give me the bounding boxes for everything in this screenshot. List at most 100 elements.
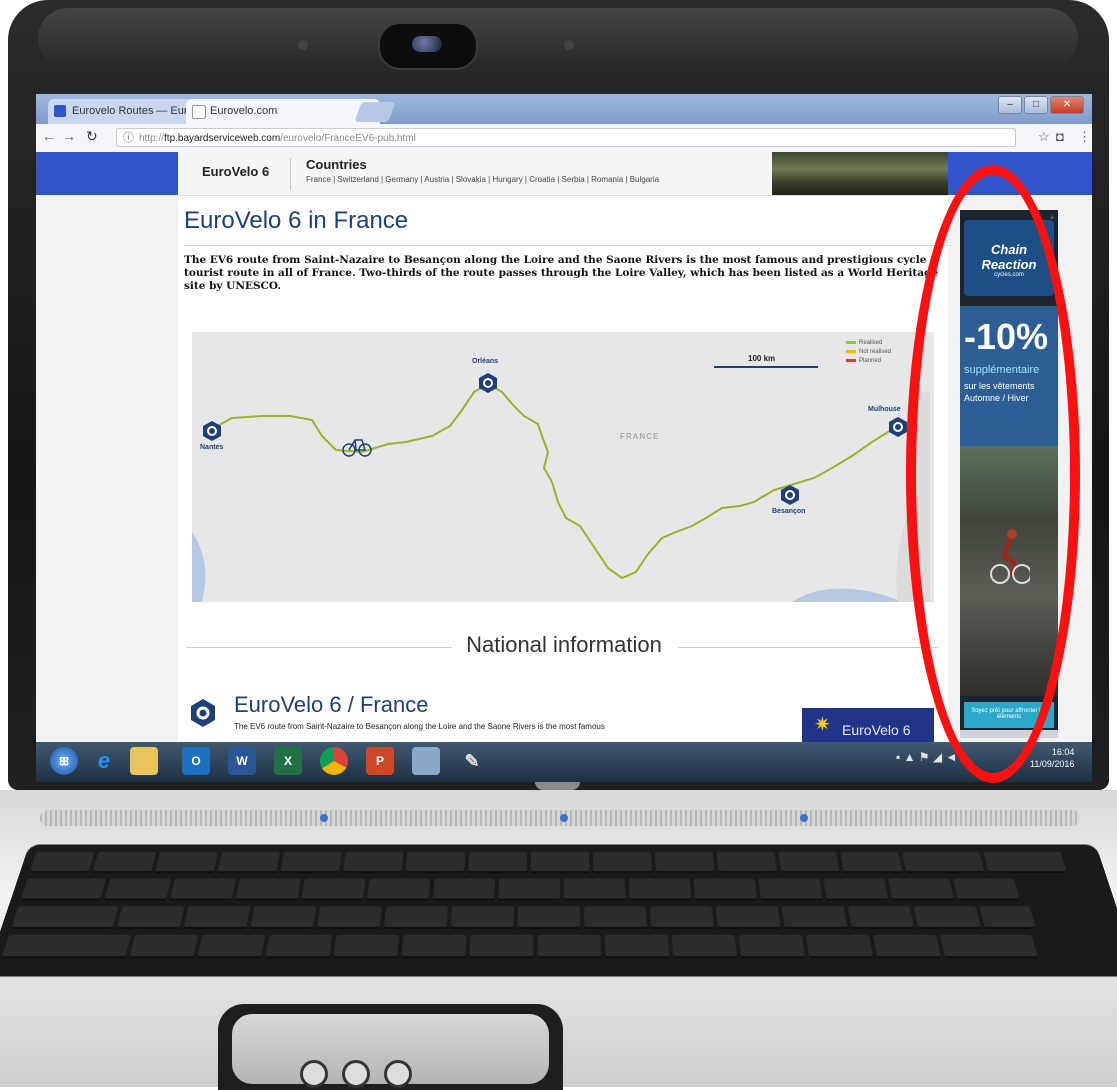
route-map[interactable]: Realised Not realised Planned 100 km Nan… — [192, 332, 934, 602]
key[interactable] — [805, 934, 874, 959]
key[interactable] — [888, 878, 955, 901]
key[interactable] — [316, 906, 383, 929]
back-arrow-icon[interactable]: ← — [42, 128, 56, 144]
key[interactable] — [197, 934, 266, 959]
new-tab-button[interactable] — [354, 102, 396, 122]
key[interactable] — [217, 851, 280, 874]
chrome-icon[interactable] — [320, 747, 348, 775]
excel-icon[interactable]: X — [274, 747, 302, 775]
key[interactable] — [738, 934, 806, 959]
key[interactable] — [537, 934, 602, 959]
key[interactable] — [758, 878, 823, 901]
close-button[interactable]: ✕ — [1050, 96, 1084, 114]
tab-eurovelo-com[interactable]: Eurovelo.com × — [186, 99, 380, 124]
brand-link[interactable]: EuroVelo 6 — [202, 164, 269, 179]
key[interactable] — [20, 878, 107, 901]
menu-icon[interactable]: ⋮ — [1078, 129, 1091, 145]
key[interactable] — [468, 851, 528, 874]
key[interactable] — [129, 934, 199, 959]
key[interactable] — [715, 906, 781, 929]
outlook-icon[interactable]: O — [182, 747, 210, 775]
key[interactable] — [840, 851, 903, 874]
key[interactable] — [823, 878, 889, 901]
key[interactable] — [342, 851, 404, 874]
key[interactable] — [265, 934, 333, 959]
taskbar-clock[interactable]: 16:04 11/09/2016 — [1030, 746, 1074, 770]
key[interactable] — [913, 906, 982, 929]
key[interactable] — [450, 906, 515, 929]
minimize-button[interactable]: – — [998, 96, 1022, 114]
key[interactable] — [847, 906, 915, 929]
key[interactable] — [250, 906, 317, 929]
mulhouse-marker-icon[interactable] — [888, 416, 908, 438]
key[interactable] — [983, 851, 1068, 874]
keyboard[interactable] — [0, 844, 1117, 977]
extension-icon[interactable]: ◘ — [1056, 129, 1064, 144]
cyclist-icon — [990, 529, 1030, 584]
key[interactable] — [583, 906, 648, 929]
paint-icon[interactable]: ✎ — [458, 747, 486, 775]
key[interactable] — [301, 878, 366, 901]
clock-date: 11/09/2016 — [1030, 759, 1075, 769]
key[interactable] — [671, 934, 738, 959]
key[interactable] — [498, 878, 561, 901]
ad-bottom-strip — [960, 730, 1058, 738]
key[interactable] — [405, 851, 466, 874]
key[interactable] — [154, 851, 219, 874]
key[interactable] — [952, 878, 1020, 901]
key[interactable] — [649, 906, 714, 929]
key[interactable] — [104, 878, 172, 901]
key[interactable] — [530, 851, 590, 874]
key[interactable] — [280, 851, 342, 874]
ad-discount: -10% — [964, 316, 1049, 357]
key[interactable] — [781, 906, 848, 929]
url-input[interactable]: ⓘ http://ftp.bayardserviceweb.com/eurove… — [116, 128, 1016, 147]
key[interactable] — [563, 878, 626, 901]
key[interactable] — [235, 878, 301, 901]
key[interactable] — [979, 906, 1036, 929]
key-row — [20, 878, 1020, 901]
key[interactable] — [517, 906, 581, 929]
key[interactable] — [366, 878, 431, 901]
info-icon[interactable]: ⓘ — [123, 129, 134, 146]
key[interactable] — [592, 851, 653, 874]
key[interactable] — [333, 934, 400, 959]
reload-icon[interactable]: ↻ — [86, 128, 98, 145]
orleans-marker-icon[interactable] — [478, 372, 498, 394]
key[interactable] — [902, 851, 985, 874]
key[interactable] — [432, 878, 496, 901]
countries-list[interactable]: France | Switzerland | Germany | Austria… — [306, 175, 659, 184]
besancon-marker-icon[interactable] — [780, 484, 800, 506]
key[interactable] — [716, 851, 778, 874]
nantes-marker-icon[interactable] — [202, 420, 222, 442]
internet-explorer-icon[interactable]: e — [90, 747, 118, 775]
key[interactable] — [116, 906, 185, 929]
key[interactable] — [383, 906, 449, 929]
file-explorer-icon[interactable] — [130, 747, 158, 775]
key[interactable] — [183, 906, 251, 929]
key[interactable] — [1, 934, 132, 959]
key[interactable] — [940, 934, 1039, 959]
key[interactable] — [778, 851, 840, 874]
sidebar-ad[interactable]: ▲ Chain Reaction cycles.com -10% supplém… — [960, 210, 1058, 738]
key[interactable] — [469, 934, 534, 959]
key[interactable] — [401, 934, 467, 959]
key[interactable] — [169, 878, 236, 901]
key[interactable] — [92, 851, 157, 874]
start-button[interactable]: ⊞ — [50, 747, 78, 775]
key[interactable] — [872, 934, 942, 959]
key[interactable] — [29, 851, 95, 874]
key[interactable] — [11, 906, 119, 929]
key[interactable] — [604, 934, 670, 959]
powerpoint-icon[interactable]: P — [366, 747, 394, 775]
maximize-button[interactable]: □ — [1024, 96, 1048, 114]
word-icon[interactable]: W — [228, 747, 256, 775]
key[interactable] — [654, 851, 715, 874]
window-icon[interactable] — [412, 747, 440, 775]
forward-arrow-icon[interactable]: → — [62, 128, 76, 144]
system-tray[interactable]: ▪ ▲ ⚑ ◢ ◄ — [896, 750, 957, 764]
ad-cta-button[interactable]: Soyez prêt pour affronter les éléments — [964, 702, 1054, 728]
star-icon[interactable]: ☆ — [1038, 129, 1050, 145]
key[interactable] — [693, 878, 758, 901]
key[interactable] — [628, 878, 692, 901]
